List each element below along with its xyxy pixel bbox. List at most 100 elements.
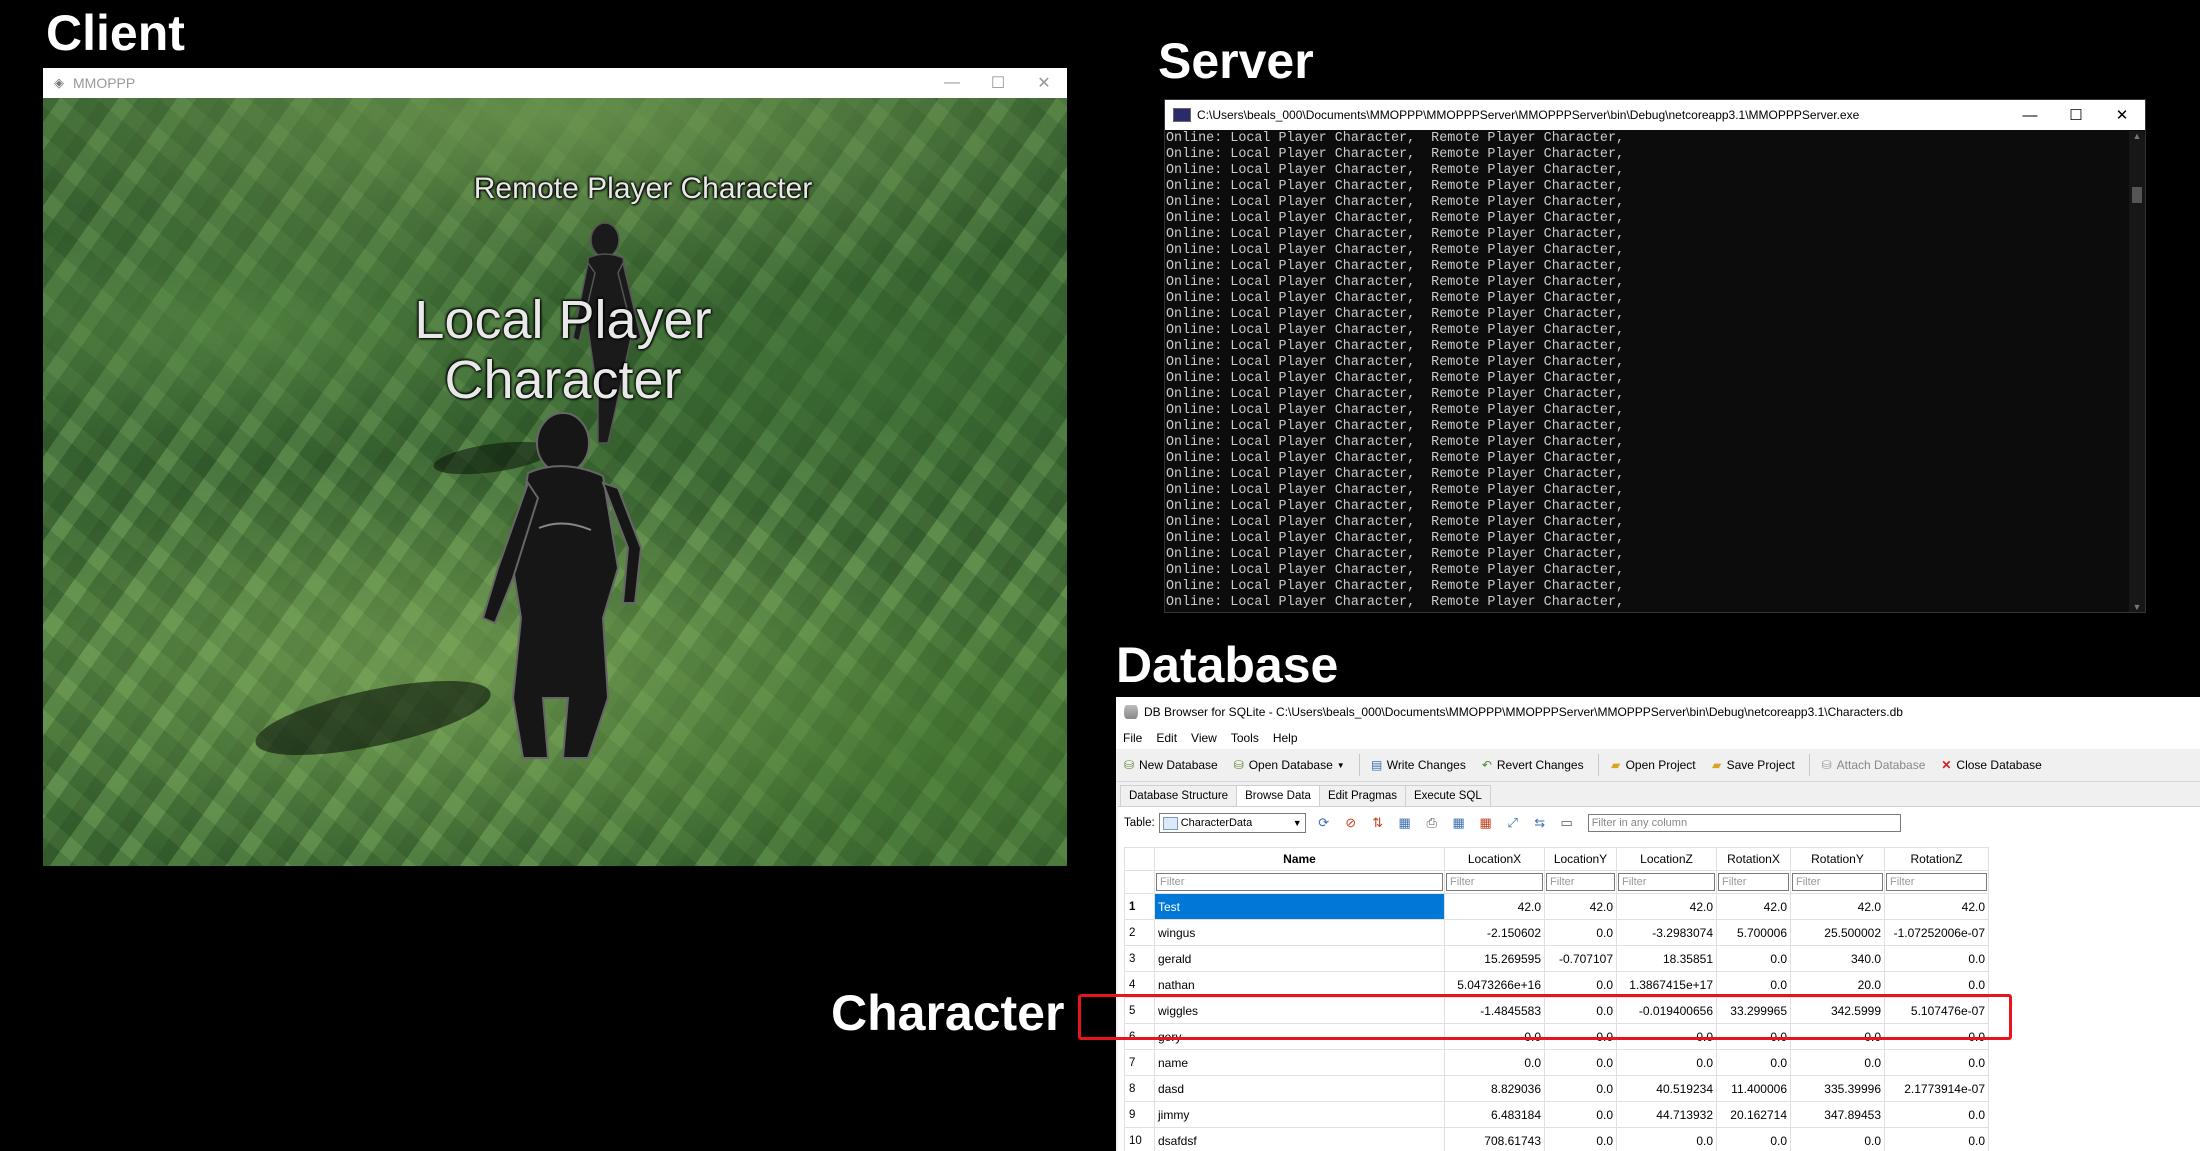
cell-rotationx[interactable]: 0.0 <box>1716 1127 1791 1151</box>
filter-any-column-input[interactable]: Filter in any column <box>1587 814 1901 832</box>
client-titlebar[interactable]: ◈ MMOPPP — ☐ ✕ <box>43 68 1067 98</box>
open-database-dropdown-icon[interactable]: ▼ <box>1337 761 1345 770</box>
tab-execute-sql[interactable]: Execute SQL <box>1404 785 1491 806</box>
cell-locationx[interactable]: 708.61743 <box>1444 1127 1545 1151</box>
filter-locationx-input[interactable]: Filter <box>1446 873 1543 891</box>
menu-help[interactable]: Help <box>1266 731 1305 745</box>
cell-locationy[interactable]: 0.0 <box>1544 919 1617 946</box>
cell-name[interactable]: name <box>1154 1049 1445 1076</box>
find-icon[interactable]: ⤢ <box>1504 814 1522 832</box>
cell-locationx[interactable]: 0.0 <box>1444 1049 1545 1076</box>
row-number[interactable]: 7 <box>1124 1049 1155 1076</box>
scrollbar-thumb[interactable] <box>2132 187 2142 203</box>
filter-rotationx-input[interactable]: Filter <box>1718 873 1789 891</box>
menu-tools[interactable]: Tools <box>1224 731 1266 745</box>
menu-view[interactable]: View <box>1184 731 1224 745</box>
scroll-down-icon[interactable]: ▼ <box>2129 602 2145 612</box>
table-row[interactable]: 8 dasd 8.829036 0.0 40.519234 11.400006 335.39… <box>1124 1075 1989 1102</box>
cell-rotationz[interactable]: 0.0 <box>1884 1101 1989 1128</box>
cell-locationx[interactable]: 15.269595 <box>1444 945 1545 972</box>
table-row[interactable]: 2 wingus -2.150602 0.0 -3.2983074 5.700006 25.… <box>1124 919 1989 946</box>
column-header-rotationz[interactable]: RotationZ <box>1884 847 1989 871</box>
open-database-button[interactable]: ⛁ Open Database ▼ <box>1232 758 1345 772</box>
cell-locationy[interactable]: 0.0 <box>1544 1127 1617 1151</box>
cell-locationx[interactable]: 8.829036 <box>1444 1075 1545 1102</box>
print-icon[interactable]: ⎙ <box>1423 814 1441 832</box>
save-project-button[interactable]: ▰ Save Project <box>1710 758 1795 772</box>
server-maximize-button[interactable]: ☐ <box>2053 100 2099 130</box>
server-close-button[interactable]: ✕ <box>2099 100 2145 130</box>
cell-name[interactable]: Test <box>1154 893 1445 920</box>
cell-rotationy[interactable]: 340.0 <box>1790 945 1885 972</box>
cell-rotationy[interactable]: 347.89453 <box>1790 1101 1885 1128</box>
cell-rotationx[interactable]: 20.162714 <box>1716 1101 1791 1128</box>
column-header-locationx[interactable]: LocationX <box>1444 847 1545 871</box>
server-minimize-button[interactable]: — <box>2007 100 2053 130</box>
cell-rotationx[interactable]: 42.0 <box>1716 893 1791 920</box>
close-database-button[interactable]: ✕ Close Database <box>1939 758 2041 772</box>
cell-name[interactable]: jimmy <box>1154 1101 1445 1128</box>
cell-rotationy[interactable]: 0.0 <box>1790 1127 1885 1151</box>
new-database-button[interactable]: ⛁ New Database <box>1122 758 1218 772</box>
row-number[interactable]: 1 <box>1124 893 1155 920</box>
text-format-icon[interactable]: ▭ <box>1558 814 1576 832</box>
cell-rotationy[interactable]: 25.500002 <box>1790 919 1885 946</box>
table-row[interactable]: 10 dsafdsf 708.61743 0.0 0.0 0.0 0.0 0.0 <box>1124 1127 1989 1151</box>
table-row[interactable]: 7 name 0.0 0.0 0.0 0.0 0.0 0.0 <box>1124 1049 1989 1076</box>
open-project-button[interactable]: ▰ Open Project <box>1609 758 1696 772</box>
console-output[interactable]: Online: Local Player Character, Remote P… <box>1165 131 2129 612</box>
row-number[interactable]: 9 <box>1124 1101 1155 1128</box>
maximize-button[interactable]: ☐ <box>975 68 1021 98</box>
menu-file[interactable]: File <box>1116 731 1149 745</box>
cell-rotationx[interactable]: 11.400006 <box>1716 1075 1791 1102</box>
cell-locationy[interactable]: 0.0 <box>1544 1101 1617 1128</box>
cell-locationz[interactable]: 0.0 <box>1616 1049 1717 1076</box>
cell-locationy[interactable]: 42.0 <box>1544 893 1617 920</box>
insert-record-icon[interactable]: ▦ <box>1450 814 1468 832</box>
cell-rotationx[interactable]: 0.0 <box>1716 945 1791 972</box>
scroll-up-icon[interactable]: ▲ <box>2129 131 2145 141</box>
cell-locationz[interactable]: 0.0 <box>1616 1127 1717 1151</box>
filter-locationy-input[interactable]: Filter <box>1546 873 1615 891</box>
cell-rotationz[interactable]: -1.07252006e-07 <box>1884 919 1989 946</box>
delete-record-icon[interactable]: ▦ <box>1477 814 1495 832</box>
clear-sorting-icon[interactable]: ⇅ <box>1369 814 1387 832</box>
cell-rotationz[interactable]: 42.0 <box>1884 893 1989 920</box>
row-number[interactable]: 8 <box>1124 1075 1155 1102</box>
menu-edit[interactable]: Edit <box>1149 731 1184 745</box>
save-table-icon[interactable]: ▦ <box>1396 814 1414 832</box>
cell-locationy[interactable]: 0.0 <box>1544 1049 1617 1076</box>
refresh-icon[interactable]: ⟳ <box>1315 814 1333 832</box>
cell-locationy[interactable]: -0.707107 <box>1544 945 1617 972</box>
cell-rotationx[interactable]: 0.0 <box>1716 1049 1791 1076</box>
cell-name[interactable]: dasd <box>1154 1075 1445 1102</box>
attach-database-button[interactable]: ⛁ Attach Database <box>1820 758 1926 772</box>
minimize-button[interactable]: — <box>929 68 975 98</box>
cell-locationz[interactable]: 44.713932 <box>1616 1101 1717 1128</box>
cell-name[interactable]: gerald <box>1154 945 1445 972</box>
column-header-locationy[interactable]: LocationY <box>1544 847 1617 871</box>
write-changes-button[interactable]: ▤ Write Changes <box>1370 758 1466 772</box>
cell-rotationy[interactable]: 42.0 <box>1790 893 1885 920</box>
filter-rotationz-input[interactable]: Filter <box>1886 873 1987 891</box>
cell-name[interactable]: dsafdsf <box>1154 1127 1445 1151</box>
cell-locationz[interactable]: 42.0 <box>1616 893 1717 920</box>
row-number[interactable]: 3 <box>1124 945 1155 972</box>
cell-locationx[interactable]: 42.0 <box>1444 893 1545 920</box>
filter-name-input[interactable]: Filter <box>1156 873 1443 891</box>
filter-locationz-input[interactable]: Filter <box>1618 873 1715 891</box>
cell-locationx[interactable]: 6.483184 <box>1444 1101 1545 1128</box>
filter-rotationy-input[interactable]: Filter <box>1792 873 1883 891</box>
column-header-locationz[interactable]: LocationZ <box>1616 847 1717 871</box>
close-button[interactable]: ✕ <box>1021 68 1067 98</box>
row-number[interactable]: 2 <box>1124 919 1155 946</box>
game-viewport[interactable]: Remote Player Character Local Player Cha… <box>43 98 1067 866</box>
tab-edit-pragmas[interactable]: Edit Pragmas <box>1318 785 1406 806</box>
table-row[interactable]: 1 Test 42.0 42.0 42.0 42.0 42.0 42.0 <box>1124 893 1989 920</box>
cell-locationz[interactable]: 18.35851 <box>1616 945 1717 972</box>
cell-name[interactable]: wingus <box>1154 919 1445 946</box>
cell-rotationz[interactable]: 2.1773914e-07 <box>1884 1075 1989 1102</box>
find-replace-icon[interactable]: ⇆ <box>1531 814 1549 832</box>
cell-locationz[interactable]: 40.519234 <box>1616 1075 1717 1102</box>
clear-filters-icon[interactable]: ⊘ <box>1342 814 1360 832</box>
